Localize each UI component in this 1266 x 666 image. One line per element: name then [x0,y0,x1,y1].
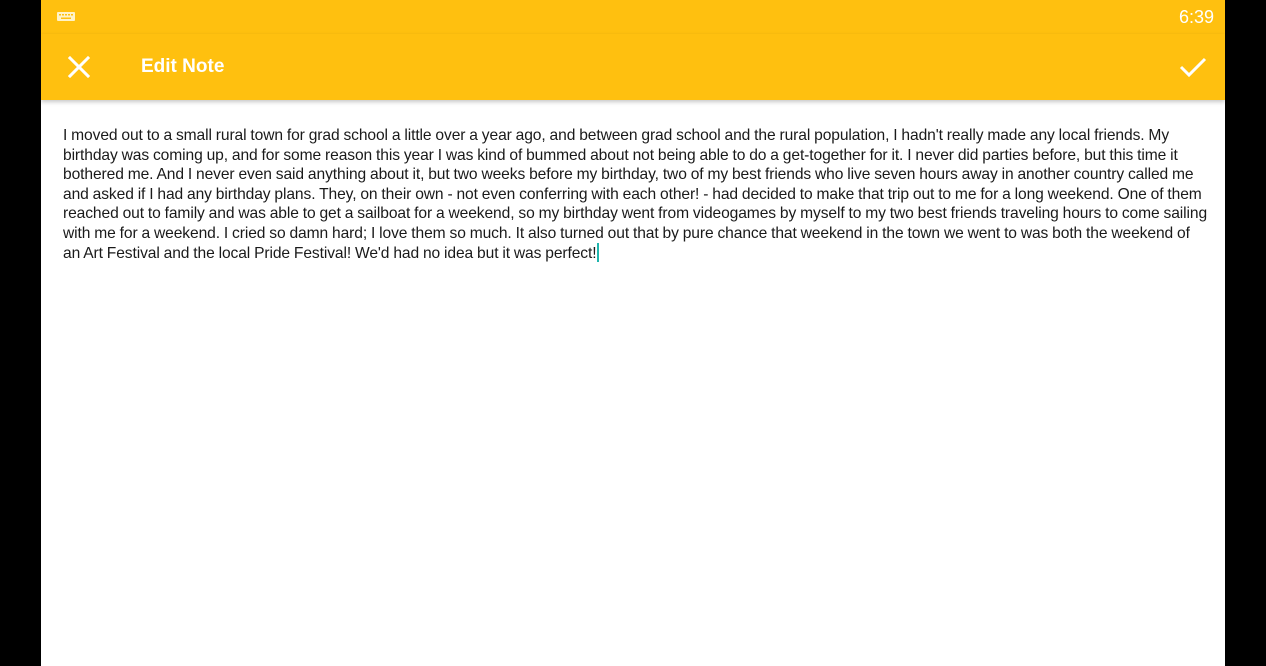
note-text-field[interactable]: I moved out to a small rural town for gr… [63,126,1207,264]
status-bar: 6:39 [41,0,1225,34]
close-icon [68,56,90,78]
note-text: I moved out to a small rural town for gr… [63,127,1208,262]
close-button[interactable] [59,47,99,87]
app-screen: 6:39 Edit Note I moved out to a small ru… [41,0,1225,666]
app-bar: Edit Note [41,34,1225,100]
check-icon [1179,57,1207,78]
text-cursor [597,243,600,262]
keyboard-icon [57,12,75,21]
save-button[interactable] [1173,47,1213,87]
status-time: 6:39 [1178,7,1214,27]
page-title: Edit Note [141,56,225,77]
